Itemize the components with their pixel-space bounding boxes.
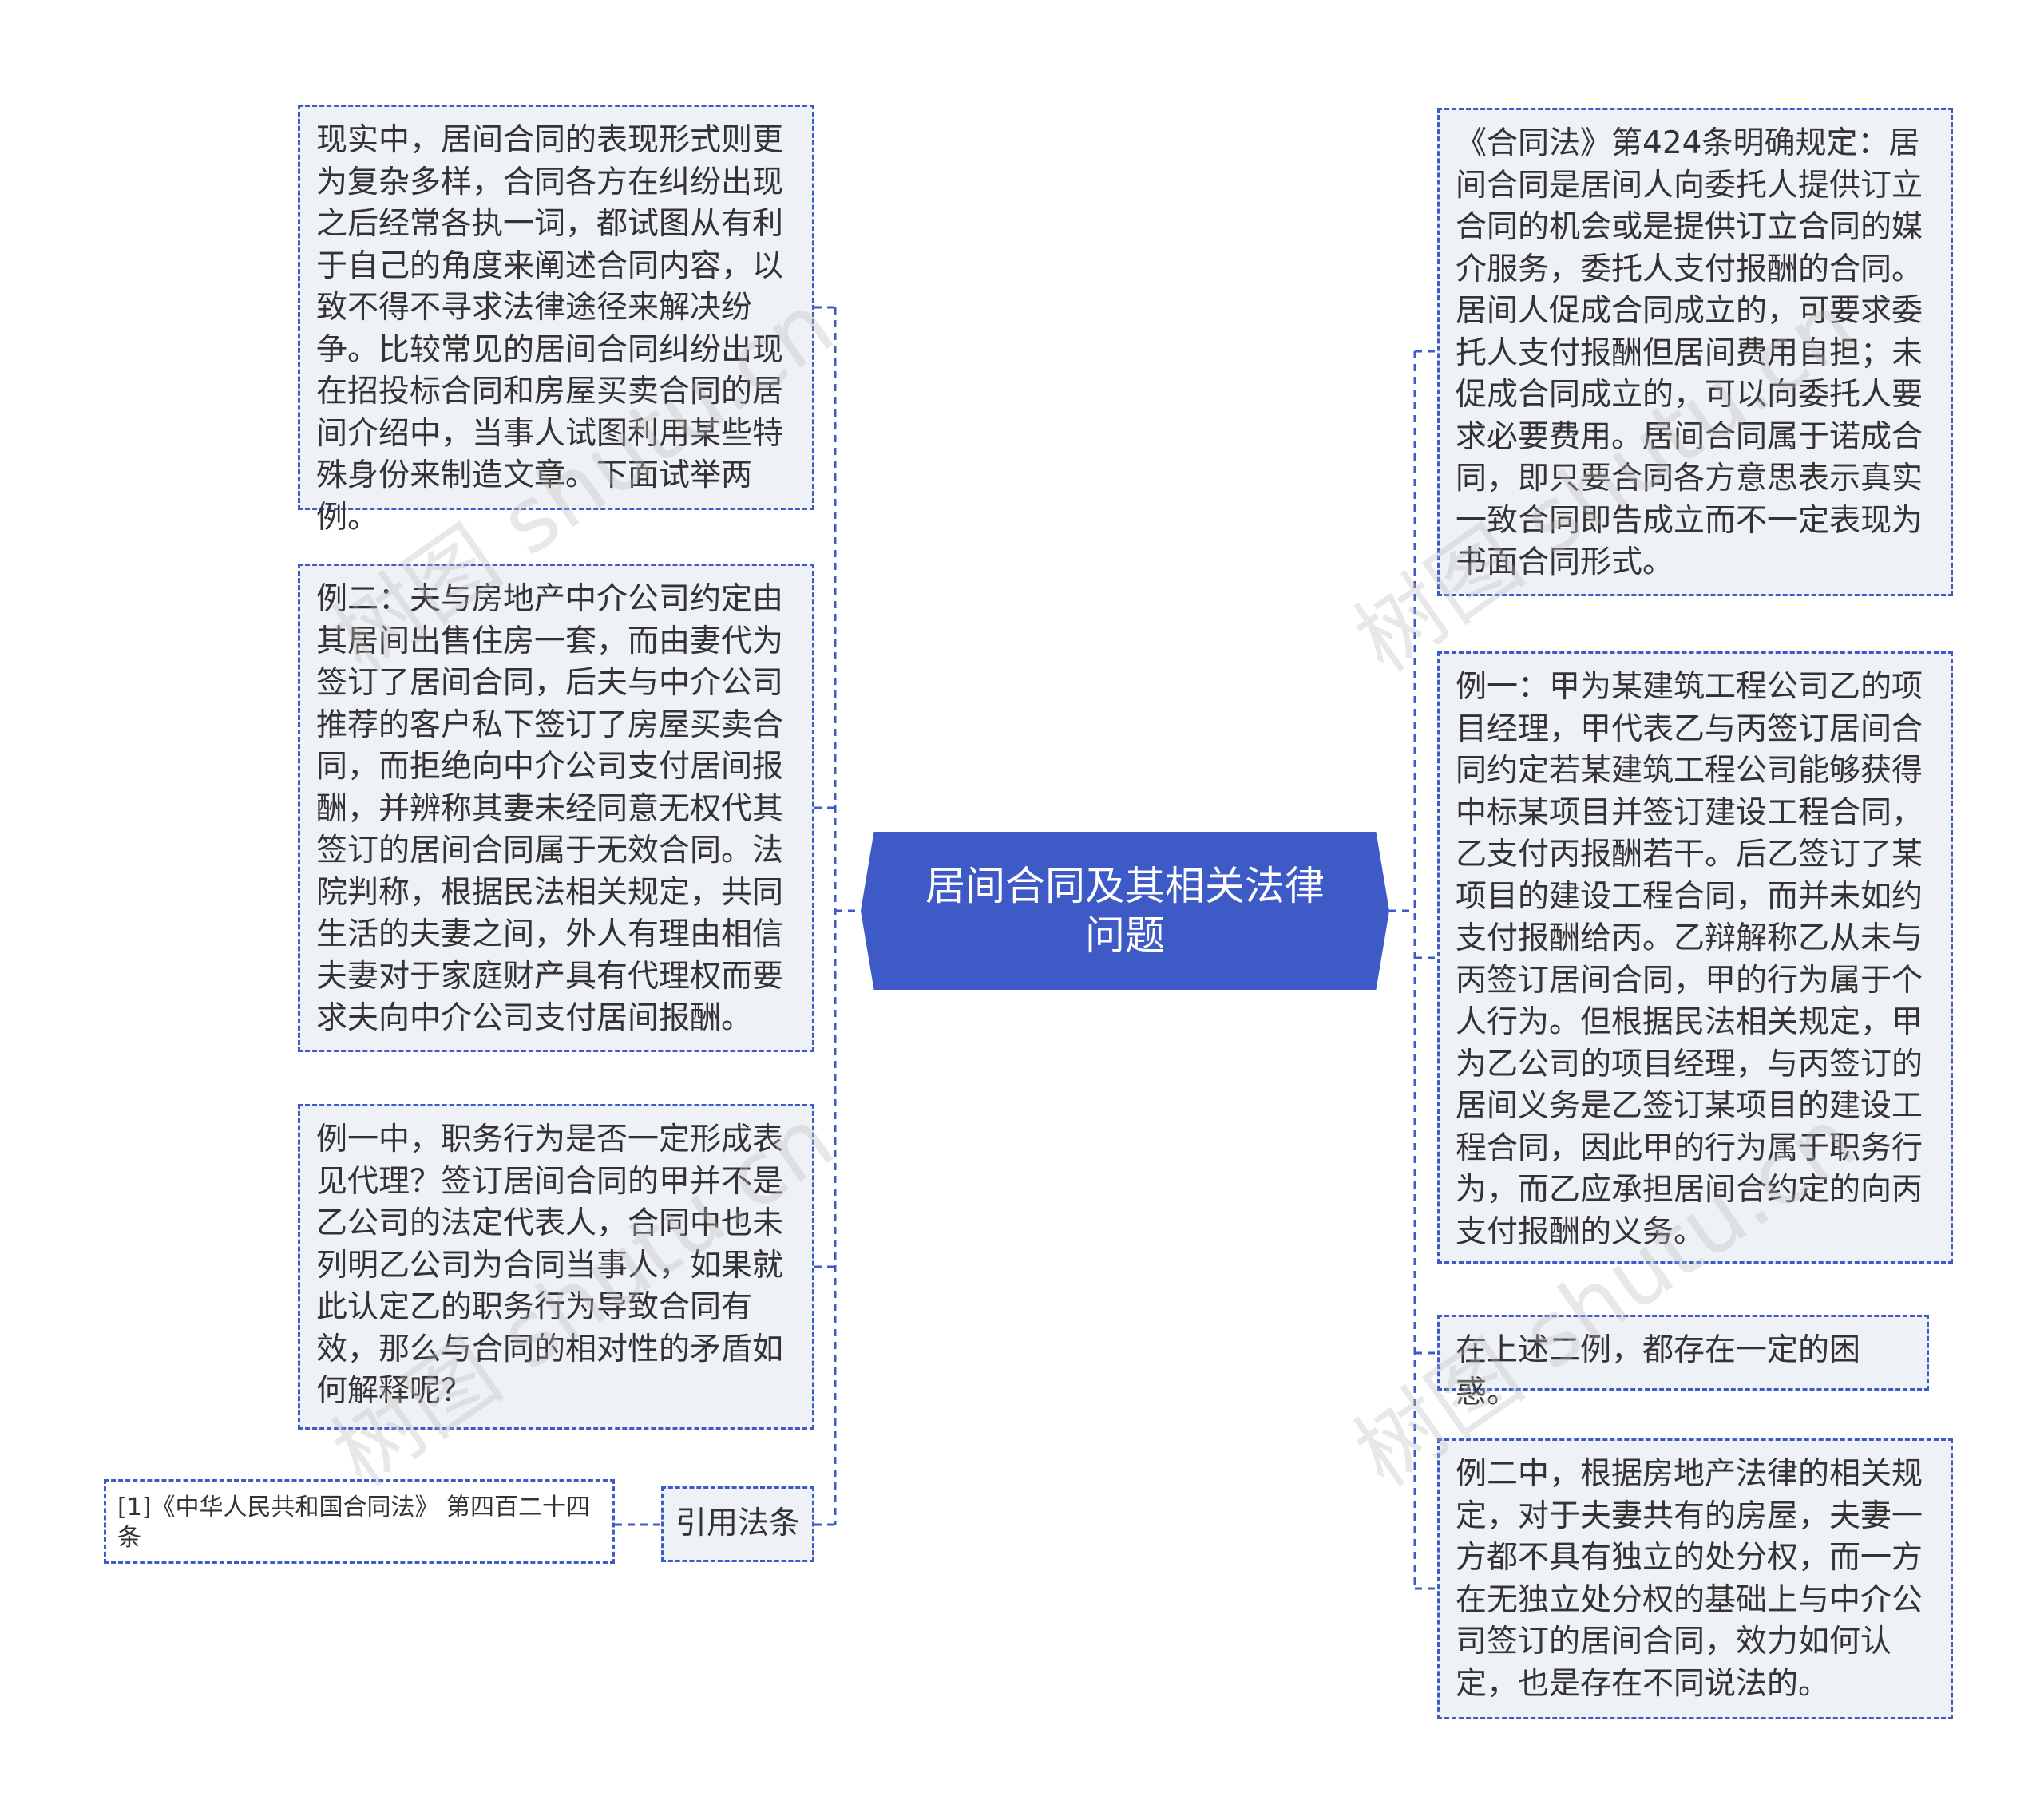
right-node-4[interactable]: 例二中，根据房地产法律的相关规定，对于夫妻共有的房屋，夫妻一方都不具有独立的处分…: [1437, 1438, 1953, 1719]
right-node-2[interactable]: 例一：甲为某建筑工程公司乙的项目经理，甲代表乙与丙签订居间合同约定若某建筑工程公…: [1437, 651, 1953, 1264]
left-node-1-text: 现实中，居间合同的表现形式则更为复杂多样，合同各方在纠纷出现之后经常各执一词，都…: [316, 122, 784, 536]
right-node-4-text: 例二中，根据房地产法律的相关规定，对于夫妻共有的房屋，夫妻一方都不具有独立的处分…: [1456, 1456, 1923, 1702]
citation-reference-node[interactable]: [1]《中华人民共和国合同法》 第四百二十四条: [104, 1479, 615, 1564]
central-topic-title: 居间合同及其相关法律问题: [925, 863, 1325, 959]
left-node-2-text: 例二：夫与房地产中介公司约定由其居间出售住房一套，而由妻代为签订了居间合同，后夫…: [316, 581, 784, 1036]
mind-map-canvas: 居间合同及其相关法律问题 现实中，居间合同的表现形式则更为复杂多样，合同各方在纠…: [0, 0, 2044, 1816]
right-node-3[interactable]: 在上述二例，都存在一定的困惑。: [1437, 1315, 1929, 1410]
right-node-1[interactable]: 《合同法》第424条明确规定：居间合同是居间人向委托人提供订立合同的机会或是提供…: [1437, 108, 1953, 596]
left-node-3[interactable]: 例一中，职务行为是否一定形成表见代理？签订居间合同的甲并不是乙公司的法定代表人，…: [298, 1104, 814, 1430]
left-node-3-text: 例一中，职务行为是否一定形成表见代理？签订居间合同的甲并不是乙公司的法定代表人，…: [316, 1122, 784, 1409]
right-node-1-text: 《合同法》第424条明确规定：居间合同是居间人向委托人提供订立合同的机会或是提供…: [1456, 125, 1923, 580]
left-node-2[interactable]: 例二：夫与房地产中介公司约定由其居间出售住房一套，而由妻代为签订了居间合同，后夫…: [298, 564, 814, 1052]
central-topic[interactable]: 居间合同及其相关法律问题: [861, 832, 1389, 990]
citation-label: 引用法条: [675, 1505, 800, 1542]
citation-label-node[interactable]: 引用法条: [661, 1486, 814, 1562]
left-node-1[interactable]: 现实中，居间合同的表现形式则更为复杂多样，合同各方在纠纷出现之后经常各执一词，都…: [298, 105, 814, 536]
citation-reference: [1]《中华人民共和国合同法》 第四百二十四条: [117, 1494, 591, 1552]
right-node-2-text: 例一：甲为某建筑工程公司乙的项目经理，甲代表乙与丙签订居间合同约定若某建筑工程公…: [1456, 669, 1923, 1250]
